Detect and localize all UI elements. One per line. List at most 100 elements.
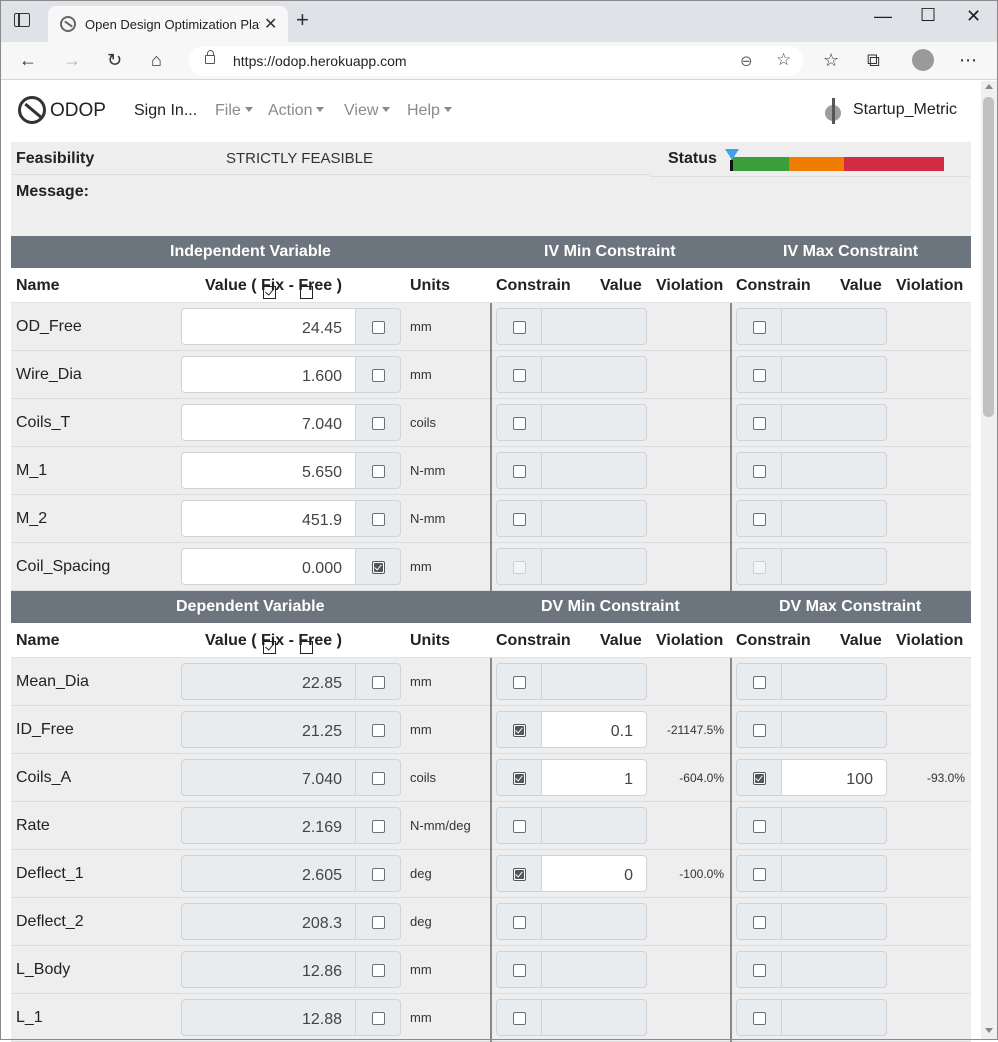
- scroll-up-icon[interactable]: [985, 84, 993, 89]
- max-constrain-checkbox[interactable]: [753, 513, 766, 526]
- max-constrain-checkbox[interactable]: [753, 772, 766, 785]
- min-value-input[interactable]: [541, 308, 647, 345]
- lock-icon[interactable]: [205, 50, 215, 64]
- max-constrain-checkbox[interactable]: [753, 916, 766, 929]
- fix-checkbox[interactable]: [372, 513, 385, 526]
- collections-icon[interactable]: ⧉: [867, 48, 880, 72]
- max-value-input[interactable]: [781, 452, 887, 489]
- min-constrain-checkbox[interactable]: [513, 964, 526, 977]
- maximize-icon[interactable]: ☐: [920, 5, 936, 25]
- min-constrain-checkbox[interactable]: [513, 1012, 526, 1025]
- close-tab-icon[interactable]: ✕: [264, 14, 277, 34]
- fix-checkbox[interactable]: [372, 724, 385, 737]
- max-constrain-checkbox[interactable]: [753, 820, 766, 833]
- value-input[interactable]: 0.000: [181, 548, 356, 585]
- min-value-input[interactable]: 1: [541, 759, 647, 796]
- view-menu[interactable]: View: [344, 102, 391, 120]
- new-tab-icon[interactable]: +: [296, 9, 309, 31]
- min-value-input[interactable]: [541, 999, 647, 1036]
- min-constrain-checkbox[interactable]: [513, 321, 526, 334]
- add-favorite-icon[interactable]: ☆: [776, 50, 791, 70]
- forward-icon[interactable]: →: [63, 48, 81, 72]
- value-input[interactable]: 7.040: [181, 404, 356, 441]
- max-value-input[interactable]: 100: [781, 759, 887, 796]
- close-window-icon[interactable]: ✕: [966, 6, 981, 26]
- max-constrain-checkbox[interactable]: [753, 465, 766, 478]
- profile-avatar[interactable]: [912, 49, 934, 71]
- home-icon[interactable]: ⌂: [151, 48, 162, 72]
- file-menu[interactable]: File: [215, 102, 253, 120]
- max-value-input[interactable]: [781, 548, 887, 585]
- max-constrain-checkbox[interactable]: [753, 724, 766, 737]
- scroll-down-icon[interactable]: [985, 1028, 993, 1033]
- max-constrain-checkbox[interactable]: [753, 964, 766, 977]
- address-bar[interactable]: https://odop.herokuapp.com ⊖ ☆: [189, 46, 803, 76]
- max-value-input[interactable]: [781, 951, 887, 988]
- fix-checkbox[interactable]: [372, 964, 385, 977]
- min-constrain-checkbox[interactable]: [513, 417, 526, 430]
- min-value-input[interactable]: [541, 951, 647, 988]
- sign-in-menu[interactable]: Sign In...: [134, 102, 197, 120]
- max-value-input[interactable]: [781, 308, 887, 345]
- fix-checkbox[interactable]: [372, 321, 385, 334]
- fix-checkbox[interactable]: [372, 465, 385, 478]
- max-constrain-checkbox[interactable]: [753, 321, 766, 334]
- more-icon[interactable]: ⋯: [959, 48, 977, 72]
- value-input[interactable]: 1.600: [181, 356, 356, 393]
- fix-checkbox[interactable]: [372, 916, 385, 929]
- max-value-input[interactable]: [781, 404, 887, 441]
- max-value-input[interactable]: [781, 500, 887, 537]
- max-constrain-checkbox[interactable]: [753, 868, 766, 881]
- min-value-input[interactable]: 0: [541, 855, 647, 892]
- scrollbar-thumb[interactable]: [983, 97, 994, 417]
- min-value-input[interactable]: [541, 903, 647, 940]
- min-value-input[interactable]: 0.1: [541, 711, 647, 748]
- value-input[interactable]: 24.45: [181, 308, 356, 345]
- min-value-input[interactable]: [541, 356, 647, 393]
- zoom-out-icon[interactable]: ⊖: [740, 52, 753, 70]
- odop-logo-icon[interactable]: [18, 96, 46, 124]
- fix-checkbox[interactable]: [372, 676, 385, 689]
- min-value-input[interactable]: [541, 548, 647, 585]
- url-text[interactable]: https://odop.herokuapp.com: [233, 53, 407, 69]
- refresh-icon[interactable]: ↻: [107, 48, 122, 72]
- max-constrain-checkbox[interactable]: [753, 369, 766, 382]
- max-value-input[interactable]: [781, 356, 887, 393]
- value-input[interactable]: 451.9: [181, 500, 356, 537]
- max-constrain-checkbox[interactable]: [753, 1012, 766, 1025]
- min-constrain-checkbox[interactable]: [513, 513, 526, 526]
- max-constrain-checkbox[interactable]: [753, 561, 766, 574]
- min-constrain-checkbox[interactable]: [513, 820, 526, 833]
- max-value-input[interactable]: [781, 903, 887, 940]
- min-constrain-checkbox[interactable]: [513, 868, 526, 881]
- fix-checkbox[interactable]: [372, 369, 385, 382]
- min-constrain-checkbox[interactable]: [513, 465, 526, 478]
- favorites-icon[interactable]: ☆: [823, 48, 839, 72]
- max-value-input[interactable]: [781, 807, 887, 844]
- max-constrain-checkbox[interactable]: [753, 676, 766, 689]
- help-menu[interactable]: Help: [407, 102, 452, 120]
- max-value-input[interactable]: [781, 711, 887, 748]
- min-constrain-checkbox[interactable]: [513, 369, 526, 382]
- fix-checkbox[interactable]: [372, 772, 385, 785]
- fix-checkbox[interactable]: [372, 868, 385, 881]
- value-input[interactable]: 5.650: [181, 452, 356, 489]
- browser-tab[interactable]: Open Design Optimization Platfo ✕: [48, 6, 288, 42]
- fix-checkbox[interactable]: [372, 820, 385, 833]
- min-constrain-checkbox[interactable]: [513, 916, 526, 929]
- min-value-input[interactable]: [541, 452, 647, 489]
- min-constrain-checkbox[interactable]: [513, 724, 526, 737]
- brand-name[interactable]: ODOP: [50, 100, 106, 122]
- max-value-input[interactable]: [781, 663, 887, 700]
- min-value-input[interactable]: [541, 663, 647, 700]
- max-constrain-checkbox[interactable]: [753, 417, 766, 430]
- min-constrain-checkbox[interactable]: [513, 561, 526, 574]
- fix-checkbox[interactable]: [372, 561, 385, 574]
- minimize-icon[interactable]: —: [874, 6, 892, 26]
- min-constrain-checkbox[interactable]: [513, 772, 526, 785]
- tab-actions-icon[interactable]: [14, 13, 30, 27]
- fix-checkbox[interactable]: [372, 417, 385, 430]
- back-icon[interactable]: ←: [19, 48, 37, 72]
- min-value-input[interactable]: [541, 404, 647, 441]
- fix-checkbox[interactable]: [372, 1012, 385, 1025]
